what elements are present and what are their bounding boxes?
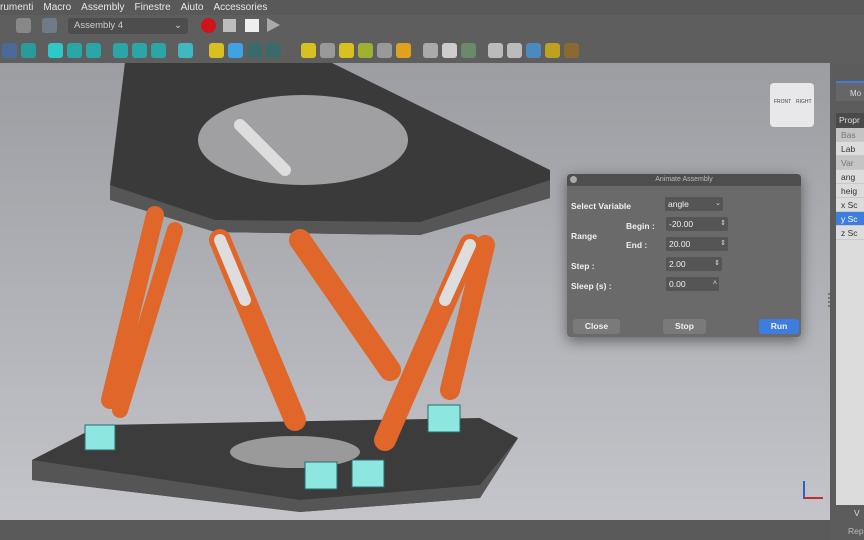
link-icon[interactable] — [247, 42, 262, 58]
end-label: End : — [626, 240, 648, 250]
property-list-body — [836, 240, 864, 505]
edit-macro-icon[interactable] — [245, 19, 259, 32]
variable-select[interactable]: angle ⌄ — [665, 197, 723, 211]
property-panel: Mo Propr Bas Lab Var ang heig x Sc y Sc … — [830, 63, 864, 540]
view-rear-icon[interactable] — [113, 42, 128, 58]
prop-z-scale[interactable]: z Sc — [836, 226, 864, 240]
play-macro-icon[interactable] — [267, 18, 280, 32]
workbench-selector[interactable]: Assembly 4 ⌄ — [68, 18, 188, 34]
begin-label: Begin : — [626, 221, 655, 231]
place-link-icon[interactable] — [358, 42, 373, 58]
lcs-icon[interactable] — [488, 42, 503, 58]
prop-group-variables: Var — [836, 156, 864, 170]
folder-icon[interactable] — [228, 42, 243, 58]
light-icon[interactable] — [396, 42, 411, 58]
close-button[interactable]: Close — [573, 319, 620, 334]
prop-x-scale[interactable]: x Sc — [836, 198, 864, 212]
view-fit-icon[interactable] — [2, 42, 17, 58]
tab-model[interactable]: Mo — [836, 81, 864, 101]
view-right-icon[interactable] — [86, 42, 101, 58]
prop-height[interactable]: heig — [836, 184, 864, 198]
base-hole — [230, 436, 360, 468]
sleep-label: Sleep (s) : — [571, 281, 612, 291]
chevron-down-icon: ⌄ — [715, 200, 721, 207]
step-label: Step : — [571, 261, 595, 271]
toolbar-views — [0, 37, 864, 63]
measure-icon[interactable] — [178, 42, 193, 58]
menu-aiuto[interactable]: Aiuto — [181, 2, 204, 13]
record-macro-icon[interactable] — [201, 18, 216, 33]
link-sub-icon[interactable] — [266, 42, 281, 58]
begin-spinbox[interactable]: -20.00 ⇕ — [666, 217, 728, 231]
axis-indicator — [803, 481, 823, 499]
dialog-titlebar[interactable]: Animate Assembly — [567, 174, 801, 186]
stop-button[interactable]: Stop — [663, 319, 706, 334]
animate-assembly-dialog: Animate Assembly Select Variable angle ⌄ … — [567, 174, 801, 337]
properties-header: Propr — [836, 113, 864, 128]
animate-icon[interactable] — [564, 42, 579, 58]
menu-finestre[interactable]: Finestre — [135, 2, 171, 13]
view-front-icon[interactable] — [48, 42, 63, 58]
assembly-new-icon[interactable] — [301, 42, 316, 58]
tab-view[interactable]: V — [854, 508, 860, 518]
top-hole — [198, 95, 408, 185]
select-filter-icon[interactable] — [42, 18, 57, 33]
sketch-icon[interactable] — [442, 42, 457, 58]
bom-icon[interactable] — [526, 42, 541, 58]
stop-macro-icon[interactable] — [223, 19, 236, 32]
status-bar — [0, 520, 830, 540]
step-spinbox[interactable]: 2.00 ⇕ — [666, 257, 722, 271]
datum-point-icon[interactable] — [377, 42, 392, 58]
prop-label[interactable]: Lab — [836, 142, 864, 156]
navigation-cube[interactable]: FRONT RIGHT — [770, 83, 814, 127]
leg-4 — [289, 229, 401, 381]
select-variable-label: Select Variable — [571, 201, 632, 211]
prop-angle[interactable]: ang — [836, 170, 864, 184]
variables-icon[interactable] — [423, 42, 438, 58]
range-label: Range — [571, 231, 597, 241]
part-icon[interactable] — [209, 42, 224, 58]
view-bottom-icon[interactable] — [132, 42, 147, 58]
run-button[interactable]: Run — [759, 319, 799, 334]
insert-part-icon[interactable] — [339, 42, 354, 58]
end-spinbox[interactable]: 20.00 ⇕ — [666, 237, 728, 251]
sleep-spinbox[interactable]: 0.00 ˄ — [666, 277, 719, 291]
menu-accessories[interactable]: Accessories — [213, 2, 267, 13]
import-part-icon[interactable] — [320, 42, 335, 58]
view-left-icon[interactable] — [151, 42, 166, 58]
menu-strumenti[interactable]: rumenti — [0, 2, 33, 13]
menu-assembly[interactable]: Assembly — [81, 2, 124, 13]
close-window-icon[interactable] — [570, 176, 577, 183]
gears-icon[interactable] — [545, 42, 560, 58]
toolbar-top: Assembly 4 ⌄ — [0, 15, 864, 37]
prop-y-scale[interactable]: y Sc — [836, 212, 864, 226]
view-iso-icon[interactable] — [21, 42, 36, 58]
prop-group-base: Bas — [836, 128, 864, 142]
lcs-attach-icon[interactable] — [507, 42, 522, 58]
view-top-icon[interactable] — [67, 42, 82, 58]
axes-icon[interactable] — [461, 42, 476, 58]
refresh-icon[interactable] — [16, 18, 31, 33]
menu-bar: rumenti Macro Assembly Finestre Aiuto Ac… — [0, 0, 864, 15]
menu-macro[interactable]: Macro — [43, 2, 71, 13]
report-view-tab[interactable]: Rep — [848, 526, 864, 536]
